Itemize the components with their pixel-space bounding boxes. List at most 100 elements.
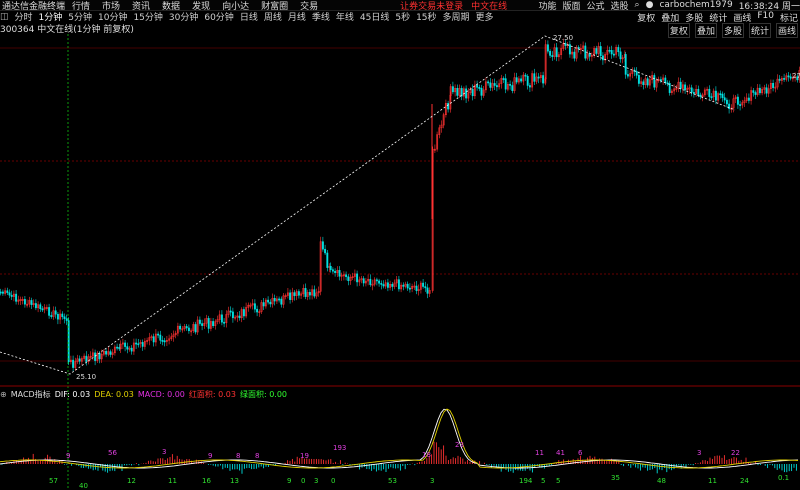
candle bbox=[273, 297, 276, 302]
candle bbox=[642, 81, 645, 85]
candle bbox=[345, 274, 348, 277]
tab-period-14[interactable]: 15秒 bbox=[416, 10, 436, 23]
menu-item-layout[interactable]: 版面 bbox=[563, 0, 581, 12]
tab-period-7[interactable]: 日线 bbox=[240, 10, 258, 23]
candle bbox=[397, 279, 400, 290]
tab-period-16[interactable]: 更多 bbox=[476, 10, 494, 23]
macd-header: ⊕ MACD指标 DIF: 0.03 DEA: 0.03 MACD: 0.00 … bbox=[0, 389, 291, 400]
macd-peak-number: 193 bbox=[333, 444, 346, 452]
tab-period-11[interactable]: 年线 bbox=[336, 10, 354, 23]
macd-peak-number: 41 bbox=[556, 449, 565, 457]
candle bbox=[754, 92, 757, 95]
candle bbox=[646, 78, 649, 86]
tab-period-13[interactable]: 5秒 bbox=[395, 10, 410, 23]
candle bbox=[612, 53, 615, 56]
candle bbox=[229, 310, 232, 313]
macd-label[interactable]: MACD指标 bbox=[11, 389, 51, 400]
candle bbox=[124, 342, 127, 347]
candle bbox=[747, 97, 750, 101]
sidebar-toggle-icon[interactable]: ◫ bbox=[0, 12, 9, 22]
candle bbox=[504, 78, 507, 90]
candle bbox=[664, 77, 667, 83]
macd-peak-number: 9 bbox=[66, 452, 70, 460]
search-icon[interactable]: ⌕ bbox=[635, 0, 640, 10]
candle bbox=[98, 352, 101, 360]
menu-item-function[interactable]: 功能 bbox=[538, 0, 556, 12]
candle bbox=[61, 313, 64, 317]
candle bbox=[65, 318, 68, 321]
candle bbox=[369, 278, 372, 285]
tab-period-10[interactable]: 季线 bbox=[312, 10, 330, 23]
dea-line bbox=[0, 408, 799, 469]
candle bbox=[728, 103, 731, 109]
candle bbox=[137, 343, 140, 346]
tab-period-15[interactable]: 多周期 bbox=[443, 10, 470, 23]
candle bbox=[207, 318, 210, 329]
right-price-label: 27 bbox=[792, 72, 800, 80]
candle bbox=[617, 47, 620, 53]
tab-period-8[interactable]: 周线 bbox=[264, 10, 282, 23]
candle bbox=[56, 313, 59, 320]
price-grid bbox=[0, 47, 800, 362]
candle bbox=[297, 291, 300, 296]
candle bbox=[476, 84, 479, 88]
candle bbox=[653, 75, 656, 88]
macd-value: MACD: 0.00 bbox=[137, 390, 185, 399]
candle bbox=[725, 99, 728, 105]
candle bbox=[253, 303, 256, 310]
menu-item-formula[interactable]: 公式 bbox=[587, 0, 605, 12]
candle bbox=[515, 77, 518, 83]
macd-panel: 9 56 3 9 8 8 19 193 18 23 11 41 6 3 22 57 40 12 11 16 13 9 0 3 0… bbox=[0, 408, 799, 489]
tab-period-12[interactable]: 45日线 bbox=[360, 10, 389, 23]
candle bbox=[456, 87, 459, 96]
macd-expand-icon[interactable]: ⊕ bbox=[0, 390, 7, 399]
candle bbox=[451, 86, 454, 93]
candle bbox=[380, 283, 383, 285]
user-icon[interactable]: ● bbox=[646, 0, 654, 10]
menu-item-select[interactable]: 选股 bbox=[611, 0, 629, 12]
candle bbox=[109, 351, 112, 355]
candle bbox=[157, 333, 160, 336]
macd-trough-number: 3 bbox=[430, 477, 434, 485]
candle bbox=[356, 273, 359, 283]
candle bbox=[692, 92, 695, 94]
candle bbox=[347, 276, 350, 281]
macd-trough-number: 16 bbox=[202, 477, 211, 485]
candle bbox=[163, 340, 166, 343]
candle bbox=[378, 280, 381, 284]
macd-peak-number: 19 bbox=[300, 452, 309, 460]
candle bbox=[161, 340, 164, 342]
macd-trough-number: 53 bbox=[388, 477, 397, 485]
candle bbox=[159, 334, 162, 341]
candle bbox=[495, 85, 498, 88]
macd-trough-number: 0 bbox=[301, 477, 305, 485]
candle bbox=[313, 289, 316, 297]
candle bbox=[0, 291, 2, 294]
candle bbox=[471, 88, 474, 97]
macd-trough-number: 3 bbox=[314, 477, 318, 485]
tab-period-5[interactable]: 30分钟 bbox=[169, 10, 198, 23]
username[interactable]: carbochem1979 bbox=[659, 0, 732, 10]
candle bbox=[509, 84, 512, 86]
candle bbox=[105, 350, 108, 355]
candle bbox=[721, 93, 724, 98]
tab-period-6[interactable]: 60分钟 bbox=[204, 10, 233, 23]
candle bbox=[601, 55, 604, 61]
candle bbox=[6, 290, 9, 293]
macd-trough-number: 57 bbox=[49, 477, 58, 485]
candle bbox=[708, 88, 711, 97]
candle bbox=[63, 316, 66, 319]
candle bbox=[723, 97, 726, 101]
candle bbox=[422, 282, 425, 287]
macd-trough-number: 13 bbox=[230, 477, 239, 485]
candle bbox=[293, 292, 296, 296]
candle bbox=[185, 326, 188, 329]
candle bbox=[220, 314, 223, 323]
tab-period-9[interactable]: 月线 bbox=[288, 10, 306, 23]
tab-period-4[interactable]: 15分钟 bbox=[133, 10, 162, 23]
candlestick-chart[interactable]: 27.50 25.10 27 9 56 3 9 8 8 19 193 18 23 11 41 6 3 22 5… bbox=[0, 34, 800, 489]
candle bbox=[78, 358, 81, 362]
candle bbox=[502, 78, 505, 80]
candle bbox=[573, 51, 576, 59]
candle bbox=[679, 81, 682, 89]
